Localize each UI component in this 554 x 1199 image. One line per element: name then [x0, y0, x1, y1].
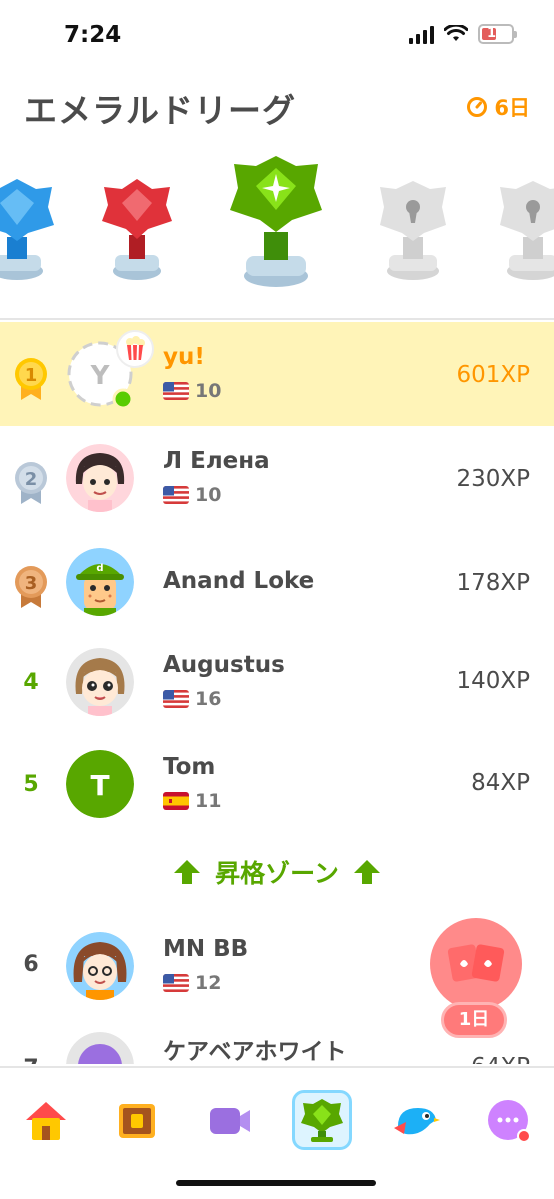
chest-icon — [119, 1104, 155, 1138]
user-streak: 10 — [163, 484, 221, 506]
avatar[interactable] — [66, 444, 134, 512]
rank-number: 5 — [23, 772, 39, 797]
signal-icon — [409, 24, 434, 44]
us-flag-icon — [163, 382, 189, 400]
league-icon — [301, 1099, 343, 1142]
status-time: 7:24 — [64, 22, 122, 48]
avatar-initial: T — [90, 769, 109, 802]
popcorn-icon — [116, 330, 154, 368]
svg-text:d: d — [96, 563, 103, 574]
us-flag-icon — [163, 690, 189, 708]
bronze-medal-icon: 3 — [15, 566, 47, 608]
status-bar: 7:24 14 — [0, 0, 554, 72]
tab-video[interactable] — [200, 1090, 260, 1150]
us-flag-icon — [163, 486, 189, 504]
battery-icon: 14 — [478, 24, 517, 44]
avatar[interactable] — [66, 932, 134, 1000]
bird-icon — [394, 1108, 440, 1135]
rank-number: 6 — [23, 952, 39, 977]
avatar-initial: Y — [90, 361, 111, 391]
user-name: Augustus — [163, 652, 285, 678]
video-icon — [210, 1108, 250, 1134]
user-name: yu! — [163, 344, 205, 370]
league-timer: 6日 — [466, 92, 530, 122]
rank-number: 1 — [25, 365, 38, 386]
xp-value: 140XP — [456, 668, 530, 694]
rank-number: 2 — [25, 469, 38, 490]
online-indicator-icon — [112, 388, 134, 410]
timer-label: 6日 — [494, 96, 530, 120]
user-name: MN BB — [163, 936, 249, 962]
rank-number: 4 — [23, 670, 39, 695]
leaderboard-row[interactable]: 5 T Tom 11 84XP — [0, 736, 554, 840]
home-icon — [26, 1102, 66, 1140]
xp-value: 230XP — [456, 466, 530, 492]
user-streak: 11 — [163, 790, 221, 812]
streak-count: 12 — [195, 972, 222, 994]
streak-count: 10 — [195, 484, 222, 506]
user-streak: 16 — [163, 688, 221, 710]
chest-reward-button[interactable] — [430, 918, 522, 1010]
league-header: エメラルドリーグ 6日 — [24, 84, 530, 130]
home-indicator — [176, 1180, 376, 1186]
user-name: Tom — [163, 754, 216, 780]
page-title: エメラルドリーグ — [24, 91, 296, 130]
rank-number: 7 — [16, 1056, 46, 1064]
leaderboard-row[interactable]: 2 Л Елена 10 230XP — [0, 426, 554, 530]
divider — [0, 318, 554, 320]
streak-count: 10 — [195, 380, 222, 402]
leaderboard-row[interactable]: 3 d Anand Loke 178XP — [0, 530, 554, 634]
arrow-up-icon — [174, 860, 201, 884]
us-flag-icon — [163, 974, 189, 992]
user-streak: 10 — [163, 380, 221, 402]
avatar[interactable]: T — [66, 750, 134, 818]
avatar[interactable] — [66, 648, 134, 716]
promotion-zone-label: 昇格ゾーン — [0, 852, 554, 892]
user-name: Л Елена — [163, 448, 270, 474]
silver-medal-icon: 2 — [15, 462, 47, 504]
battery-level: 14 — [486, 26, 506, 41]
xp-value: 84XP — [471, 770, 530, 796]
xp-value: 64XP — [471, 1054, 530, 1064]
tab-home[interactable] — [16, 1090, 76, 1150]
ruby-trophy-icon — [102, 179, 172, 280]
tab-bird[interactable] — [386, 1090, 446, 1150]
gold-medal-icon: 1 — [15, 358, 47, 400]
tab-leagues[interactable] — [292, 1090, 352, 1150]
tab-more[interactable] — [478, 1090, 538, 1150]
locked-trophy-icon — [500, 181, 554, 280]
status-icons: 14 — [409, 24, 517, 44]
xp-value: 178XP — [456, 570, 530, 596]
avatar[interactable] — [66, 1032, 134, 1064]
es-flag-icon — [163, 792, 189, 810]
arrow-up-icon — [353, 860, 380, 884]
streak-count: 16 — [195, 688, 222, 710]
league-trophy-row[interactable] — [0, 150, 554, 310]
sapphire-trophy-icon — [0, 179, 54, 280]
clock-icon — [467, 97, 488, 117]
emerald-trophy-icon — [230, 156, 322, 287]
more-icon — [488, 1100, 531, 1143]
avatar[interactable]: d — [66, 548, 134, 616]
gift-cards-icon — [447, 944, 505, 982]
user-name: Anand Loke — [163, 568, 315, 594]
streak-count: 11 — [195, 790, 222, 812]
rank-number: 3 — [25, 573, 38, 594]
tab-chest[interactable] — [107, 1090, 167, 1150]
leaderboard-row[interactable]: 4 Augustus 16 140XP — [0, 634, 554, 738]
fab-time-badge: 1日 — [441, 1002, 507, 1038]
wifi-icon — [444, 25, 468, 41]
xp-value: 601XP — [456, 362, 530, 388]
leaderboard-row-current-user[interactable]: 1 Y yu! 10 601XP — [0, 322, 554, 426]
user-name: ケアベアホワイト — [163, 1039, 347, 1064]
locked-trophy-icon — [380, 181, 446, 280]
promotion-zone-text: 昇格ゾーン — [215, 859, 339, 888]
user-streak: 12 — [163, 972, 221, 994]
